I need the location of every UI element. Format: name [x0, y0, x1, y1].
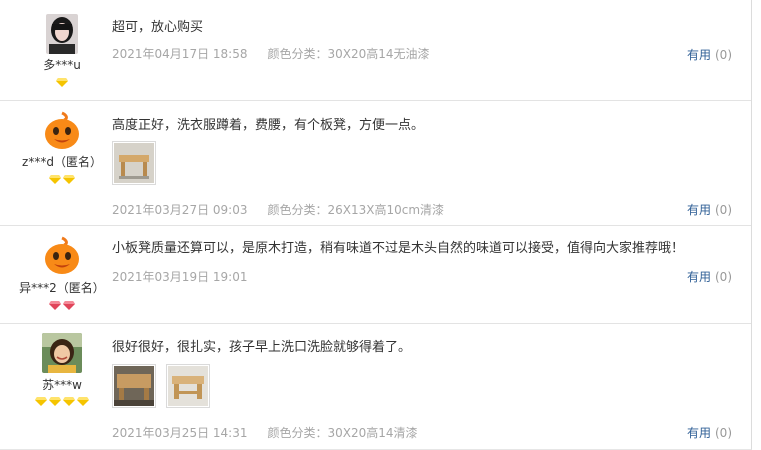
diamond-icon	[56, 78, 68, 87]
useful-link[interactable]: 有用	[687, 48, 711, 62]
review-photos	[112, 364, 220, 408]
username: z***d（匿名）	[22, 155, 102, 169]
stool-photo-icon	[168, 366, 208, 406]
useful-vote[interactable]: 有用 (0)	[687, 46, 732, 63]
review-item: 异***2（匿名） 小板凳质量还算可以，是原木打造，稍有味道不过是木头自然的味道…	[0, 226, 751, 324]
useful-link[interactable]: 有用	[687, 203, 711, 217]
orange-mascot-avatar-icon	[42, 236, 82, 276]
username: 异***2（匿名）	[19, 281, 105, 295]
woman-photo-avatar-icon	[46, 14, 78, 54]
useful-count: (0)	[715, 203, 732, 217]
stool-photo-icon	[114, 143, 154, 183]
review-date: 2021年03月25日 14:31	[112, 426, 248, 440]
review-spec: 颜色分类：30X20高14无油漆	[267, 47, 430, 61]
review-date: 2021年03月27日 09:03	[112, 203, 248, 217]
review-meta: 2021年03月19日 19:01	[112, 268, 247, 285]
useful-count: (0)	[715, 270, 732, 284]
review-photo[interactable]	[112, 141, 156, 185]
review-item: 苏***w 很好很好，很扎实，孩子早上洗口洗脸就够得着了。 2021年03月25…	[0, 324, 751, 449]
useful-vote[interactable]: 有用 (0)	[687, 201, 732, 218]
diamond-icon	[63, 397, 75, 406]
user-level-badges	[0, 175, 124, 184]
diamond-icon	[63, 301, 75, 310]
useful-link[interactable]: 有用	[687, 270, 711, 284]
review-meta: 2021年03月27日 09:03 颜色分类：26X13X高10cm清漆	[112, 201, 444, 218]
review-spec: 颜色分类：30X20高14清漆	[267, 426, 418, 440]
avatar[interactable]	[42, 333, 82, 373]
diamond-icon	[63, 175, 75, 184]
username: 多***u	[43, 58, 81, 72]
avatar[interactable]	[42, 236, 82, 276]
review-text: 很好很好，很扎实，孩子早上洗口洗脸就够得着了。	[112, 340, 412, 355]
review-date: 2021年03月19日 19:01	[112, 270, 248, 284]
diamond-icon	[49, 397, 61, 406]
stool-photo-icon	[114, 366, 154, 406]
review-item: 多***u 超可，放心购买 2021年04月17日 18:58 颜色分类：30X2…	[0, 0, 751, 101]
smiling-woman-photo-avatar-icon	[42, 333, 82, 373]
user-level-badges	[0, 78, 124, 87]
useful-link[interactable]: 有用	[687, 426, 711, 440]
review-text: 小板凳质量还算可以，是原木打造，稍有味道不过是木头自然的味道可以接受，值得向大家…	[112, 241, 685, 256]
diamond-icon	[35, 397, 47, 406]
review-photos	[112, 141, 166, 185]
user-level-badges	[0, 397, 124, 406]
review-date: 2021年04月17日 18:58	[112, 47, 248, 61]
diamond-icon	[77, 397, 89, 406]
review-photo[interactable]	[112, 364, 156, 408]
review-spec: 颜色分类：26X13X高10cm清漆	[267, 203, 445, 217]
review-item: z***d（匿名） 高度正好，洗衣服蹲着，费腰，有个板凳，方便一点。 2021年…	[0, 101, 751, 226]
review-photo[interactable]	[166, 364, 210, 408]
diamond-icon	[49, 301, 61, 310]
avatar[interactable]	[42, 111, 82, 151]
user-level-badges	[0, 301, 124, 310]
diamond-icon	[49, 175, 61, 184]
username: 苏***w	[42, 378, 82, 392]
useful-vote[interactable]: 有用 (0)	[687, 268, 732, 285]
review-text: 高度正好，洗衣服蹲着，费腰，有个板凳，方便一点。	[112, 118, 425, 133]
review-meta: 2021年03月25日 14:31 颜色分类：30X20高14清漆	[112, 424, 418, 441]
useful-count: (0)	[715, 426, 732, 440]
avatar[interactable]	[46, 14, 78, 54]
useful-count: (0)	[715, 48, 732, 62]
orange-mascot-avatar-icon	[42, 111, 82, 151]
review-text: 超可，放心购买	[112, 20, 204, 35]
useful-vote[interactable]: 有用 (0)	[687, 424, 732, 441]
review-meta: 2021年04月17日 18:58 颜色分类：30X20高14无油漆	[112, 45, 430, 62]
